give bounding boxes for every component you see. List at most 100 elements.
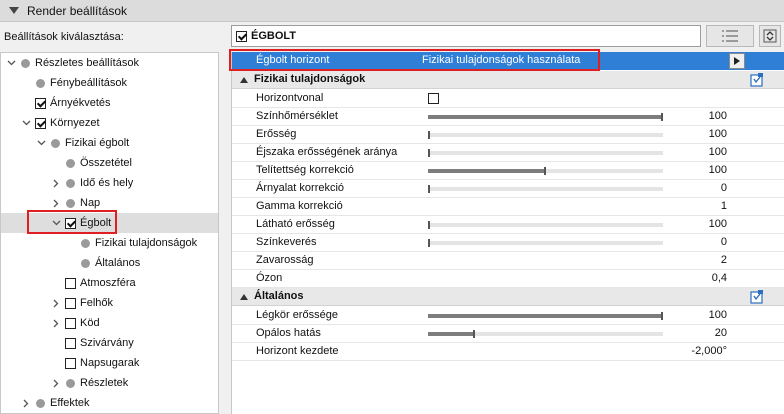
property-row[interactable]: Színkeverés 0 (232, 234, 784, 252)
tree-checkbox[interactable] (64, 353, 76, 373)
collapse-triangle-icon[interactable] (240, 77, 248, 83)
chevron-down-icon[interactable] (50, 213, 62, 233)
property-value[interactable]: 100 (709, 128, 727, 140)
tree-item[interactable]: Összetétel (1, 153, 218, 173)
tree-checkbox[interactable] (64, 273, 76, 293)
tree-checkbox[interactable] (34, 113, 46, 133)
tree-item[interactable]: Fénybeállítások (1, 73, 218, 93)
property-slider[interactable] (428, 113, 663, 121)
property-row[interactable]: Légkör erőssége 100 (232, 307, 784, 325)
property-row[interactable]: Látható erősség 100 (232, 216, 784, 234)
property-checkbox[interactable] (428, 93, 439, 104)
info-book-icon[interactable] (749, 72, 765, 91)
tree-item[interactable]: Felhők (1, 293, 218, 313)
tree-item[interactable]: Részletek (1, 373, 218, 393)
property-value[interactable]: 1 (721, 200, 727, 212)
selected-setting-field[interactable]: ÉGBOLT (231, 25, 701, 47)
chevron-right-icon[interactable] (20, 393, 32, 413)
slider-knob[interactable] (661, 312, 663, 320)
checkbox-box[interactable] (64, 357, 76, 369)
group-header[interactable]: Fizikai tulajdonságok (232, 71, 784, 89)
property-row[interactable]: Horizont kezdete -2,000° (232, 343, 784, 361)
slider-knob[interactable] (428, 185, 430, 193)
property-slider[interactable] (428, 239, 663, 247)
collapse-triangle-icon[interactable] (9, 7, 19, 14)
checkbox-box[interactable] (64, 217, 76, 229)
slider-knob[interactable] (544, 167, 546, 175)
property-slider[interactable] (428, 330, 663, 338)
tree-item[interactable]: Környezet (1, 113, 218, 133)
chevron-down-icon[interactable] (20, 113, 32, 133)
settings-tree[interactable]: Részletes beállítások Fénybeállítások Árny… (0, 52, 219, 414)
property-value[interactable]: 0 (721, 182, 727, 194)
checkbox-box[interactable] (34, 97, 46, 109)
property-slider[interactable] (428, 185, 663, 193)
chevron-right-icon[interactable] (50, 193, 62, 213)
property-value[interactable]: 0,4 (712, 272, 727, 284)
tree-item[interactable]: Atmoszféra (1, 273, 218, 293)
property-value[interactable]: 2 (721, 254, 727, 266)
property-slider[interactable] (428, 221, 663, 229)
slider-knob[interactable] (428, 149, 430, 157)
property-value[interactable]: 0 (721, 236, 727, 248)
property-row[interactable]: Gamma korrekció 1 (232, 198, 784, 216)
tree-item[interactable]: Részletes beállítások (1, 53, 218, 73)
property-row[interactable]: Színhőmérséklet 100 (232, 108, 784, 126)
chevron-down-icon[interactable] (35, 133, 47, 153)
property-row[interactable]: Horizontvonal (232, 90, 784, 108)
tree-item[interactable]: Szivárvány (1, 333, 218, 353)
property-grid[interactable]: Égbolt horizont Fizikai tulajdonságok has… (231, 52, 784, 414)
tree-item[interactable]: Fizikai égbolt (1, 133, 218, 153)
property-value[interactable]: 100 (709, 146, 727, 158)
sky-horizon-row[interactable]: Égbolt horizont Fizikai tulajdonságok has… (232, 52, 784, 70)
property-row[interactable]: Éjszaka erősségének aránya 100 (232, 144, 784, 162)
chevron-right-icon[interactable] (50, 173, 62, 193)
tree-item[interactable]: Égbolt (1, 213, 218, 233)
checkbox-box[interactable] (64, 337, 76, 349)
panel-header[interactable]: Render beállítások (0, 0, 784, 22)
slider-knob[interactable] (428, 221, 430, 229)
group-header[interactable]: Általános (232, 288, 784, 306)
property-row[interactable]: Opálos hatás 20 (232, 325, 784, 343)
checkbox-box[interactable] (64, 297, 76, 309)
tree-item[interactable]: Általános (1, 253, 218, 273)
property-value[interactable]: 100 (709, 110, 727, 122)
dropdown-arrow-button[interactable] (729, 53, 745, 69)
slider-knob[interactable] (473, 330, 475, 338)
info-book-icon[interactable] (749, 289, 765, 308)
property-row[interactable]: Ózon 0,4 (232, 270, 784, 288)
tree-item[interactable]: Köd (1, 313, 218, 333)
slider-knob[interactable] (428, 131, 430, 139)
property-slider[interactable] (428, 131, 663, 139)
property-value[interactable]: 100 (709, 309, 727, 321)
chevron-right-icon[interactable] (50, 293, 62, 313)
tree-item[interactable]: Napsugarak (1, 353, 218, 373)
tree-item[interactable]: Idő és hely (1, 173, 218, 193)
property-row[interactable]: Zavarosság 2 (232, 252, 784, 270)
chevron-right-icon[interactable] (50, 313, 62, 333)
checkbox-box[interactable] (34, 117, 46, 129)
property-row[interactable]: Erősség 100 (232, 126, 784, 144)
slider-knob[interactable] (661, 113, 663, 121)
property-slider[interactable] (428, 312, 663, 320)
tree-item[interactable]: Nap (1, 193, 218, 213)
chevron-down-icon[interactable] (5, 53, 17, 73)
checkbox-box[interactable] (64, 317, 76, 329)
property-value[interactable]: 100 (709, 218, 727, 230)
property-value[interactable]: -2,000° (691, 345, 727, 357)
tree-checkbox[interactable] (64, 293, 76, 313)
checkbox-box[interactable] (64, 277, 76, 289)
tree-checkbox[interactable] (64, 313, 76, 333)
tree-checkbox[interactable] (64, 333, 76, 353)
tree-checkbox[interactable] (34, 93, 46, 113)
chevron-right-icon[interactable] (50, 373, 62, 393)
property-value[interactable]: 100 (709, 164, 727, 176)
property-slider[interactable] (428, 149, 663, 157)
tree-checkbox[interactable] (64, 213, 76, 233)
sky-enable-checkbox[interactable] (236, 30, 247, 42)
property-slider[interactable] (428, 167, 663, 175)
property-value[interactable]: 20 (715, 327, 727, 339)
tree-item[interactable]: Árnyékvetés (1, 93, 218, 113)
collapse-triangle-icon[interactable] (240, 294, 248, 300)
tree-item[interactable]: Fizikai tulajdonságok (1, 233, 218, 253)
